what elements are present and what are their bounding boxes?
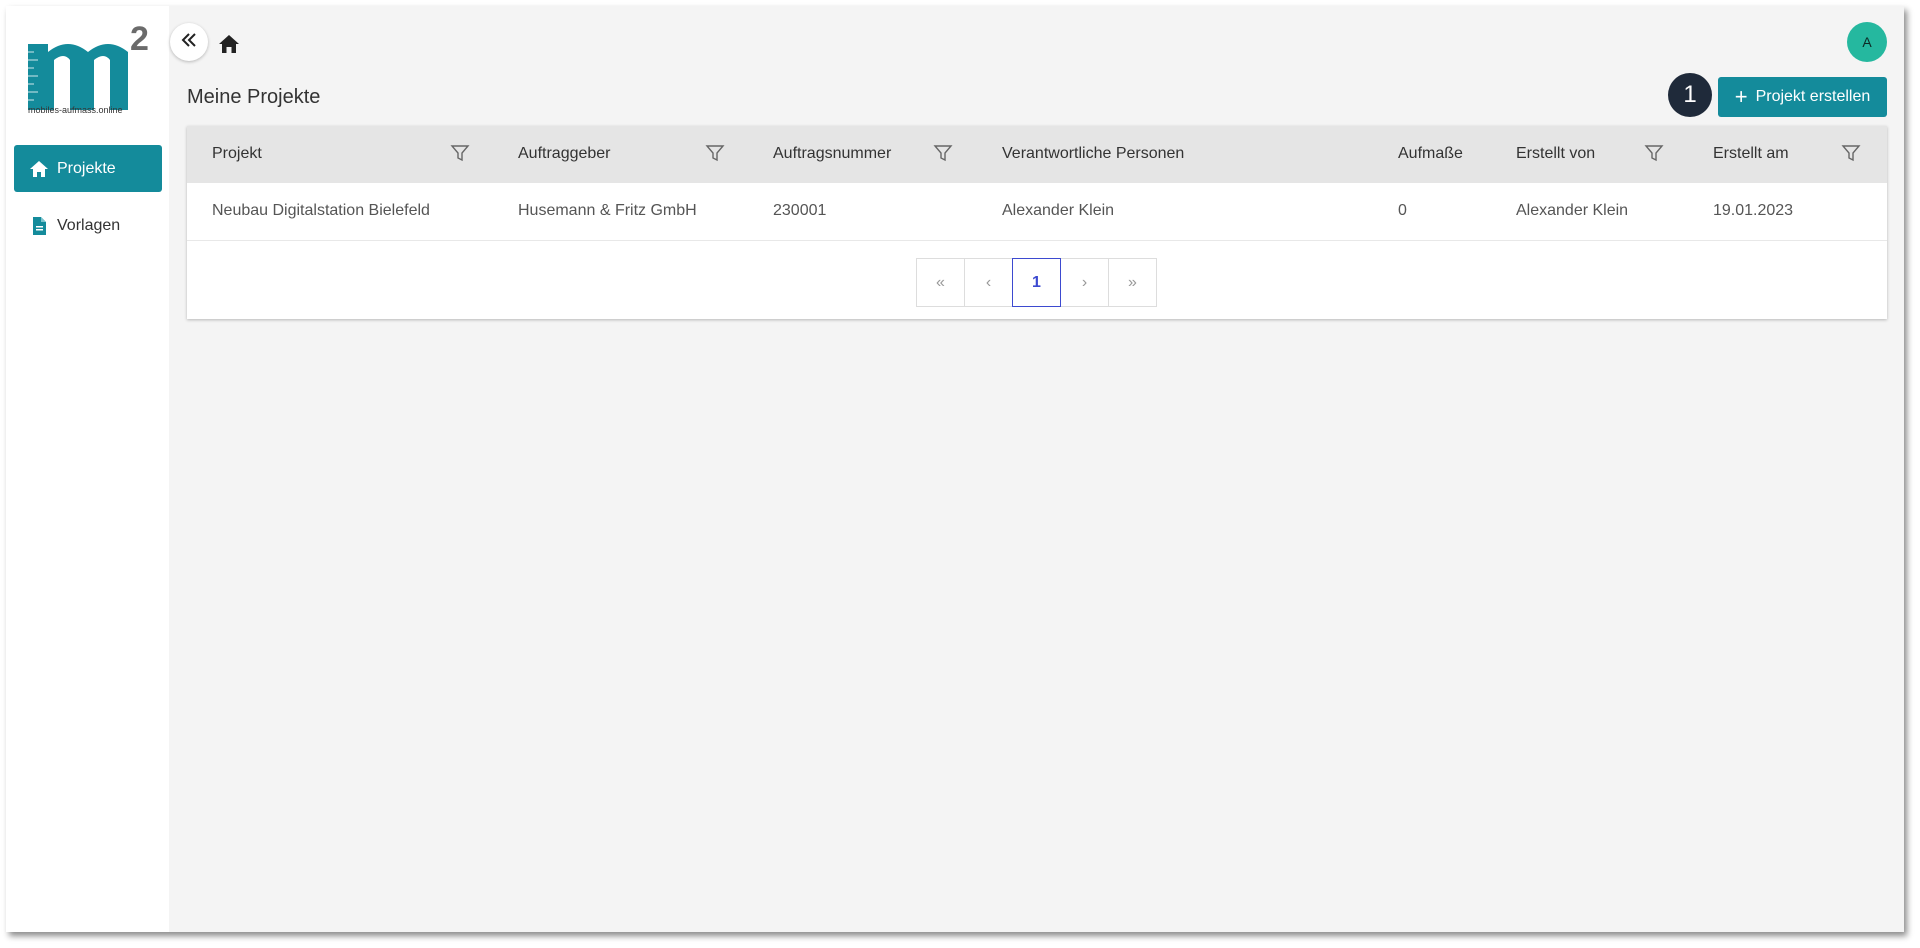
table-row[interactable]: Neubau Digitalstation Bielefeld Husemann…	[187, 183, 1887, 241]
sidebar-item-vorlagen[interactable]: Vorlagen	[14, 202, 162, 249]
home-icon	[29, 159, 49, 179]
breadcrumb-home-icon[interactable]	[217, 32, 241, 56]
document-icon	[29, 216, 49, 236]
column-header-verantwortliche-personen[interactable]: Verantwortliche Personen	[1002, 145, 1184, 163]
plus-icon: +	[1734, 84, 1748, 109]
svg-text:2: 2	[130, 22, 149, 58]
filter-icon[interactable]	[1841, 143, 1861, 163]
column-header-aufmasse[interactable]: Aufmaße	[1398, 145, 1463, 163]
column-header-auftraggeber[interactable]: Auftraggeber	[518, 145, 611, 163]
logo-subtitle: mobiles-aufmass.online	[28, 105, 123, 115]
first-page-button[interactable]: «	[916, 258, 965, 307]
cell-erstellt-von: Alexander Klein	[1516, 202, 1629, 219]
filter-icon[interactable]	[450, 143, 470, 163]
cell-auftragsnummer: 230001	[773, 202, 827, 219]
collapse-sidebar-button[interactable]	[170, 23, 208, 61]
create-project-button[interactable]: + Projekt erstellen	[1718, 77, 1887, 117]
sidebar-item-label: Vorlagen	[57, 216, 121, 234]
sidebar-item-projekte[interactable]: Projekte	[14, 145, 162, 192]
next-page-button[interactable]: ›	[1060, 258, 1109, 307]
cell-erstellt-am: 19.01.2023	[1713, 202, 1794, 219]
cell-projekt: Neubau Digitalstation Bielefeld	[212, 202, 430, 219]
column-header-erstellt-am[interactable]: Erstellt am	[1713, 145, 1789, 163]
filter-icon[interactable]	[1644, 143, 1664, 163]
cell-aufmasse: 0	[1398, 202, 1407, 219]
page-button-current[interactable]: 1	[1012, 258, 1061, 307]
projects-table: Projekt Auftraggeber Auftragsnummer Vera…	[187, 126, 1887, 319]
page-title: Meine Projekte	[187, 86, 321, 108]
sidebar-item-label: Projekte	[57, 159, 116, 177]
step-badge: 1	[1668, 73, 1712, 117]
app-window: 2 mobiles-aufmass.online Projekte Vorlag…	[6, 6, 1904, 932]
filter-icon[interactable]	[705, 143, 725, 163]
table-header: Projekt Auftraggeber Auftragsnummer Vera…	[187, 126, 1887, 183]
cell-auftraggeber: Husemann & Fritz GmbH	[518, 202, 697, 219]
create-project-label: Projekt erstellen	[1755, 88, 1871, 105]
sidebar: 2 mobiles-aufmass.online Projekte Vorlag…	[6, 6, 169, 932]
last-page-button[interactable]: »	[1108, 258, 1157, 307]
previous-page-button[interactable]: ‹	[964, 258, 1013, 307]
column-header-erstellt-von[interactable]: Erstellt von	[1516, 145, 1595, 163]
filter-icon[interactable]	[933, 143, 953, 163]
column-header-auftragsnummer[interactable]: Auftragsnummer	[773, 145, 891, 163]
cell-verantwortliche-personen: Alexander Klein	[1002, 202, 1115, 219]
column-header-projekt[interactable]: Projekt	[212, 145, 262, 163]
pagination: « ‹ 1 › »	[916, 258, 1157, 307]
double-chevron-left-icon	[180, 31, 198, 54]
user-avatar[interactable]: A	[1847, 22, 1887, 62]
